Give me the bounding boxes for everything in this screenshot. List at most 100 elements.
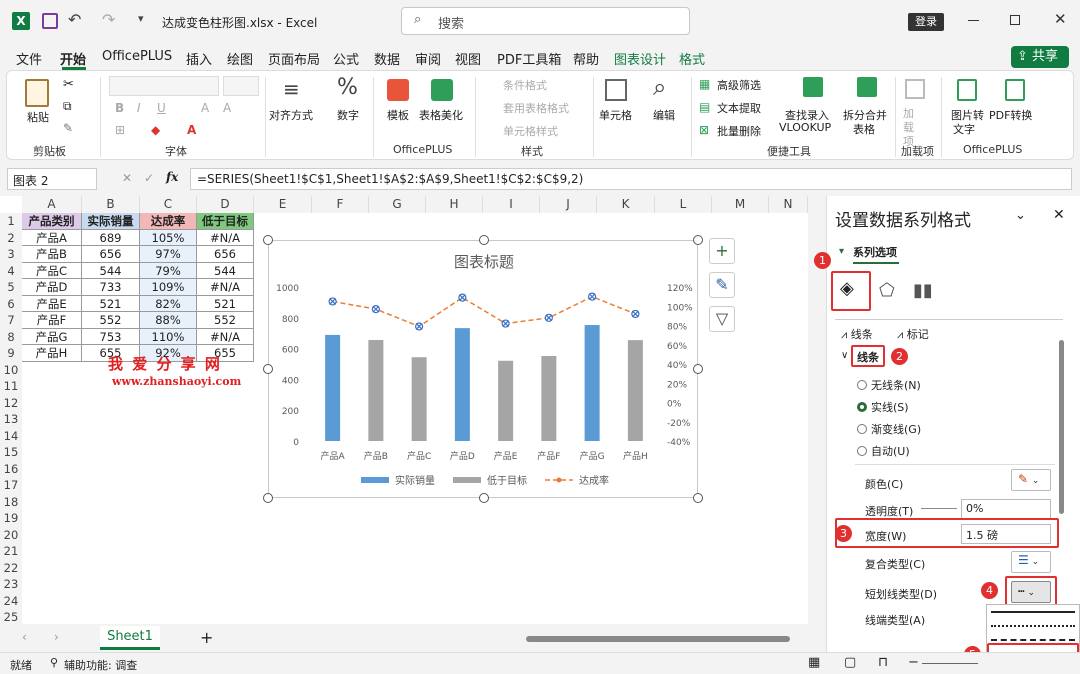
table-cell[interactable]: 552	[82, 312, 140, 329]
marker-tab[interactable]: ⩘ 标记	[897, 326, 929, 342]
minimize-icon[interactable]	[968, 20, 979, 21]
column-header[interactable]: M	[712, 196, 769, 213]
radio-gradient-line[interactable]	[857, 424, 867, 434]
add-sheet-button[interactable]: +	[200, 628, 213, 647]
row-header[interactable]: 16	[0, 460, 22, 477]
edit-button[interactable]: 编辑	[653, 107, 675, 123]
column-header[interactable]: K	[597, 196, 655, 213]
table-cell[interactable]: 552	[197, 312, 254, 329]
row-header[interactable]: 14	[0, 427, 22, 444]
table-format-button[interactable]: 套用表格格式	[503, 100, 569, 116]
underline-icon[interactable]: U	[157, 101, 166, 115]
cell-style-button[interactable]: 单元格样式	[503, 123, 558, 139]
tab-insert[interactable]: 插入	[186, 49, 212, 68]
compound-type-button[interactable]: ☰ ⌄	[1011, 551, 1051, 573]
transparency-slider[interactable]	[921, 508, 957, 509]
accessibility-status[interactable]: 辅助功能: 调查	[64, 657, 137, 673]
series-options-tab[interactable]: 系列选项	[853, 244, 897, 260]
number-button[interactable]: 数字	[337, 107, 359, 123]
paste-button[interactable]: 粘贴	[27, 109, 49, 125]
table-cell[interactable]: 753	[82, 328, 140, 345]
column-header[interactable]: F	[312, 196, 369, 213]
table-cell[interactable]: 110%	[140, 328, 197, 345]
table-cell[interactable]: 产品B	[22, 246, 82, 263]
column-header[interactable]: B	[82, 196, 140, 213]
row-header[interactable]: 20	[0, 526, 22, 543]
row-header[interactable]: 23	[0, 576, 22, 593]
tab-file[interactable]: 文件	[16, 49, 42, 68]
normal-view-icon[interactable]: ▦	[808, 655, 820, 670]
cut-icon[interactable]: ✂	[63, 77, 74, 92]
row-header[interactable]: 18	[0, 493, 22, 510]
image-to-text-icon[interactable]	[957, 79, 977, 101]
tab-pdf-tools[interactable]: PDF工具箱	[497, 49, 561, 68]
chart-styles-icon[interactable]: ✎	[709, 272, 735, 298]
table-cell[interactable]: 88%	[140, 312, 197, 329]
tab-page-layout[interactable]: 页面布局	[268, 49, 320, 68]
table-cell[interactable]: 521	[82, 295, 140, 312]
text-label[interactable]: 文字	[953, 121, 975, 137]
undo-icon[interactable]: ↶	[68, 10, 81, 29]
copy-icon[interactable]: ⧉	[63, 99, 72, 114]
effects-icon[interactable]: ⬠	[879, 280, 895, 301]
tab-review[interactable]: 审阅	[415, 49, 441, 68]
tab-officeplus[interactable]: OfficePLUS	[102, 49, 172, 64]
batch-delete-button[interactable]: 批量删除	[717, 123, 761, 139]
row-header[interactable]: 21	[0, 543, 22, 560]
line-tab[interactable]: ⩘ 线条	[841, 326, 873, 342]
font-size-select[interactable]	[223, 76, 259, 96]
column-header[interactable]: L	[655, 196, 712, 213]
percent-icon[interactable]: %	[337, 75, 358, 100]
zoom-out-icon[interactable]: −	[908, 655, 919, 670]
dash-option-solid[interactable]	[991, 611, 1075, 613]
tab-format[interactable]: 格式	[679, 49, 705, 68]
tab-help[interactable]: 帮助	[573, 49, 599, 68]
vlookup-label[interactable]: VLOOKUP	[779, 121, 831, 134]
resize-handle[interactable]	[263, 235, 273, 245]
series-options-icon[interactable]: ▮▮	[913, 280, 933, 301]
confirm-formula-icon[interactable]: ✓	[144, 171, 154, 185]
name-box[interactable]: 图表 2	[7, 168, 97, 190]
line-section-header[interactable]: 线条	[857, 349, 879, 365]
table-cell[interactable]: 产品H	[22, 345, 82, 362]
column-header[interactable]: I	[483, 196, 540, 213]
column-header[interactable]: A	[22, 196, 82, 213]
row-header[interactable]: 22	[0, 559, 22, 576]
grow-font-icon[interactable]: A	[201, 101, 209, 115]
pdf-convert-icon[interactable]	[1005, 79, 1025, 101]
font-name-select[interactable]	[109, 76, 219, 96]
row-header[interactable]: 17	[0, 477, 22, 494]
font-color-icon[interactable]: A	[187, 123, 196, 137]
borders-icon[interactable]: ⊞	[115, 123, 125, 137]
table-cell[interactable]: #N/A	[197, 229, 254, 246]
template-button[interactable]: 模板	[387, 107, 409, 123]
row-header[interactable]: 25	[0, 609, 22, 626]
login-button[interactable]: 登录	[908, 13, 944, 31]
table-beauty-icon[interactable]	[431, 79, 453, 101]
dash-option-square-dot[interactable]	[991, 639, 1075, 641]
column-header[interactable]: G	[369, 196, 426, 213]
table-cell[interactable]: 产品A	[22, 229, 82, 246]
pdf-convert-label[interactable]: PDF转换	[989, 107, 1032, 123]
row-header[interactable]: 13	[0, 411, 22, 428]
chart-elements-icon[interactable]: +	[709, 238, 735, 264]
next-sheet-icon[interactable]: ›	[54, 630, 59, 644]
format-painter-icon[interactable]: ✎	[63, 121, 73, 135]
table-cell[interactable]: 656	[82, 246, 140, 263]
tab-formulas[interactable]: 公式	[333, 49, 359, 68]
column-header[interactable]: N	[769, 196, 808, 213]
align-icon[interactable]: ≡	[283, 77, 300, 101]
column-header[interactable]: D	[197, 196, 254, 213]
row-header[interactable]: 7	[0, 312, 22, 329]
search-box[interactable]: ⌕ 搜索	[401, 7, 690, 35]
text-extract-button[interactable]: 文本提取	[717, 100, 761, 116]
adv-filter-button[interactable]: 高级筛选	[717, 77, 761, 93]
tab-draw[interactable]: 绘图	[227, 49, 253, 68]
series-options-chevron-icon[interactable]: ▾	[839, 246, 844, 257]
addin-icon[interactable]	[905, 79, 925, 99]
bold-icon[interactable]: B	[115, 101, 124, 115]
function-icon[interactable]: fx	[166, 170, 178, 184]
prev-sheet-icon[interactable]: ‹	[22, 630, 27, 644]
column-header[interactable]: J	[540, 196, 597, 213]
row-header[interactable]: 15	[0, 444, 22, 461]
